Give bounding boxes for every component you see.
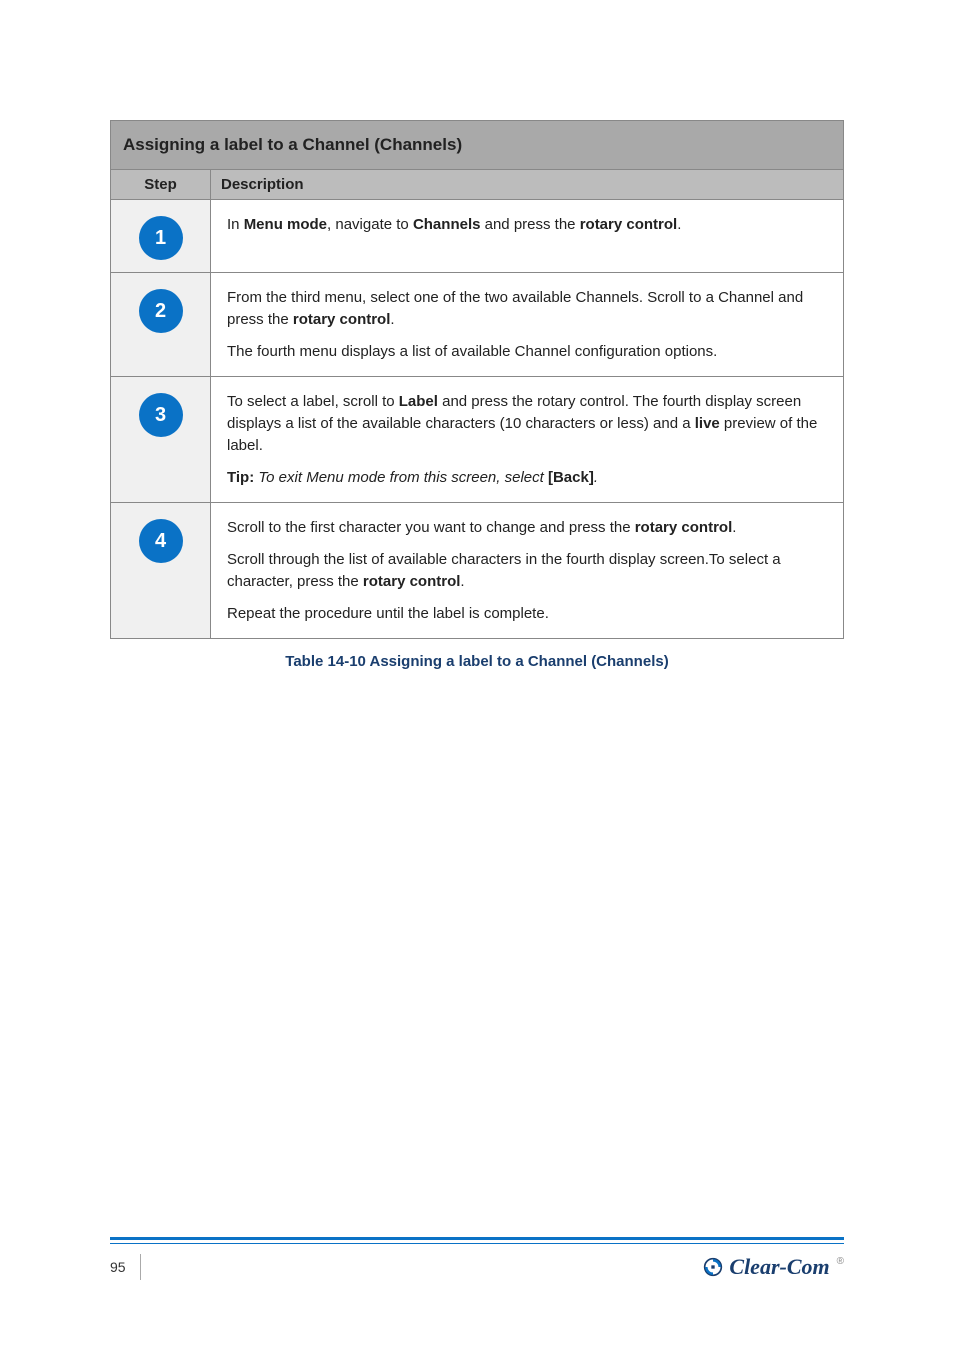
table-row: 2 From the third menu, select one of the … [111,273,844,377]
table-title-row: Assigning a label to a Channel (Channels… [111,121,844,170]
footer-rule-thick [110,1237,844,1240]
description-paragraph: Repeat the procedure until the label is … [227,603,827,625]
page-number: 95 [110,1254,141,1280]
description-cell: To select a label, scroll to Label and p… [211,377,844,503]
step-cell: 3 [111,377,211,503]
procedure-table: Assigning a label to a Channel (Channels… [110,120,844,639]
step-number-badge: 4 [139,519,183,563]
step-cell: 2 [111,273,211,377]
page-footer: 95 Clear-Com ® [110,1237,844,1280]
step-number-badge: 1 [139,216,183,260]
footer-rule-thin [110,1243,844,1244]
description-cell: In Menu mode, navigate to Channels and p… [211,200,844,273]
header-desc: Description [211,170,844,200]
brand-icon [703,1257,723,1277]
description-paragraph: Scroll through the list of available cha… [227,549,827,593]
brand-text: Clear-Com [729,1254,829,1280]
description-paragraph: In Menu mode, navigate to Channels and p… [227,214,827,236]
step-number-badge: 3 [139,393,183,437]
description-cell: From the third menu, select one of the t… [211,273,844,377]
description-cell: Scroll to the first character you want t… [211,503,844,639]
document-page: Assigning a label to a Channel (Channels… [0,0,954,1350]
table-row: 4 Scroll to the first character you want … [111,503,844,639]
table-header-row: Step Description [111,170,844,200]
header-step: Step [111,170,211,200]
step-cell: 1 [111,200,211,273]
description-paragraph: From the third menu, select one of the t… [227,287,827,331]
table-row: 1 In Menu mode, navigate to Channels and … [111,200,844,273]
brand-registered: ® [837,1256,844,1267]
step-number-badge: 2 [139,289,183,333]
brand-logo: Clear-Com ® [703,1254,844,1280]
table-row: 3 To select a label, scroll to Label and … [111,377,844,503]
description-paragraph: The fourth menu displays a list of avail… [227,341,827,363]
description-paragraph: To select a label, scroll to Label and p… [227,391,827,456]
step-cell: 4 [111,503,211,639]
table-title: Assigning a label to a Channel (Channels… [111,121,844,170]
table-caption: Table 14-10 Assigning a label to a Chann… [110,653,844,670]
footer-row: 95 Clear-Com ® [110,1254,844,1280]
description-paragraph: Scroll to the first character you want t… [227,517,827,539]
description-paragraph: Tip: To exit Menu mode from this screen,… [227,467,827,489]
